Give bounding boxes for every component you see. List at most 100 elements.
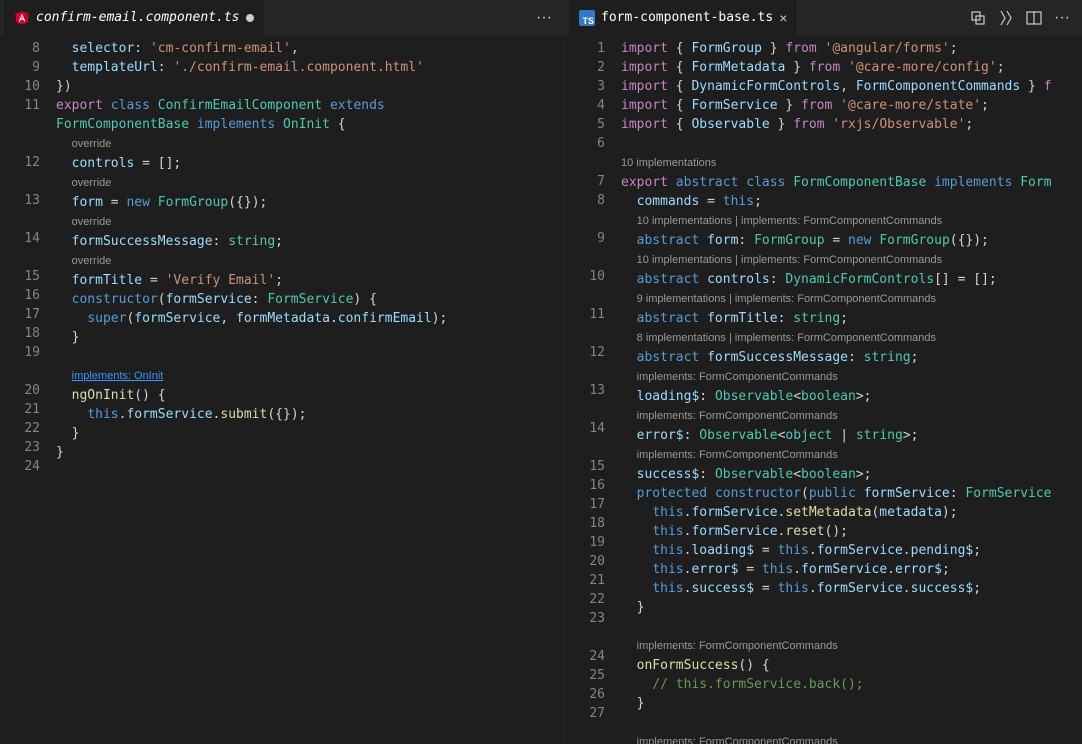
angular-icon (14, 10, 30, 26)
line-number: 18 (565, 514, 605, 533)
code-line[interactable]: this.formService.reset(); (621, 522, 1082, 541)
line-number (0, 248, 40, 267)
line-number (0, 115, 40, 134)
code-line[interactable]: onFormSuccess() { (621, 656, 1082, 675)
code-line[interactable] (621, 713, 1082, 732)
code-line[interactable] (56, 462, 564, 481)
code-line[interactable]: FormComponentBase implements OnInit { (56, 115, 564, 134)
code-content-left[interactable]: selector: 'cm-confirm-email', templateUr… (56, 35, 564, 744)
codelens-annotation[interactable]: implements: FormComponentCommands (621, 732, 1082, 744)
code-line[interactable]: import { FormGroup } from '@angular/form… (621, 39, 1082, 58)
code-line[interactable]: this.error$ = this.formService.error$; (621, 560, 1082, 579)
code-line[interactable]: import { DynamicFormControls, FormCompon… (621, 77, 1082, 96)
code-line[interactable]: templateUrl: './confirm-email.component.… (56, 58, 564, 77)
codelens-annotation[interactable]: implements: FormComponentCommands (621, 445, 1082, 465)
code-line[interactable]: import { FormMetadata } from '@care-more… (621, 58, 1082, 77)
codelens-annotation[interactable]: override (56, 212, 564, 232)
line-number: 10 (565, 267, 605, 286)
code-line[interactable]: selector: 'cm-confirm-email', (56, 39, 564, 58)
line-number: 9 (0, 58, 40, 77)
code-line[interactable]: this.formService.setMetadata(metadata); (621, 503, 1082, 522)
code-line[interactable]: import { FormService } from '@care-more/… (621, 96, 1082, 115)
code-line[interactable]: } (621, 598, 1082, 617)
tab-form-component-base[interactable]: TS form-component-base.ts × (569, 0, 797, 35)
line-number: 23 (0, 438, 40, 457)
code-line[interactable]: abstract form: FormGroup = new FormGroup… (621, 231, 1082, 250)
codelens-annotation[interactable]: 10 implementations | implements: FormCom… (621, 250, 1082, 270)
line-gutter-right: 123456 78 9 10 11 12 13 14 1516171819202… (565, 35, 621, 744)
line-number: 19 (565, 533, 605, 552)
line-number: 15 (565, 457, 605, 476)
tab-confirm-email[interactable]: confirm-email.component.ts (4, 0, 264, 35)
code-line[interactable]: abstract controls: DynamicFormControls[]… (621, 270, 1082, 289)
code-line[interactable]: this.loading$ = this.formService.pending… (621, 541, 1082, 560)
line-gutter-left: 891011 12 13 14 1516171819 2021222324 (0, 35, 56, 744)
code-line[interactable]: controls = []; (56, 154, 564, 173)
code-line[interactable]: export class ConfirmEmailComponent exten… (56, 96, 564, 115)
code-line[interactable] (621, 617, 1082, 636)
line-number: 22 (0, 419, 40, 438)
codelens-annotation[interactable]: 9 implementations | implements: FormComp… (621, 289, 1082, 309)
line-number (565, 438, 605, 457)
code-line[interactable] (621, 134, 1082, 153)
code-line[interactable]: } (56, 328, 564, 347)
tab-actions-left: ··· (536, 10, 560, 26)
code-line[interactable]: formSuccessMessage: string; (56, 232, 564, 251)
codelens-annotation[interactable]: implements: FormComponentCommands (621, 367, 1082, 387)
codelens-annotation[interactable]: override (56, 251, 564, 271)
code-line[interactable]: this.success$ = this.formService.success… (621, 579, 1082, 598)
code-line[interactable]: ngOnInit() { (56, 386, 564, 405)
codelens-annotation[interactable]: override (56, 134, 564, 154)
line-number (565, 286, 605, 305)
line-number: 21 (0, 400, 40, 419)
line-number: 14 (565, 419, 605, 438)
line-number (565, 248, 605, 267)
code-line[interactable]: } (56, 443, 564, 462)
line-number: 3 (565, 77, 605, 96)
more-actions-icon[interactable]: ··· (536, 10, 552, 26)
scrollbar-vertical[interactable] (550, 35, 564, 744)
code-line[interactable]: commands = this; (621, 192, 1082, 211)
run-icon[interactable] (998, 10, 1014, 26)
code-editor-left[interactable]: 891011 12 13 14 1516171819 2021222324 se… (0, 35, 564, 744)
code-line[interactable]: abstract formTitle: string; (621, 309, 1082, 328)
line-number: 13 (565, 381, 605, 400)
line-number: 12 (0, 153, 40, 172)
codelens-annotation[interactable]: implements: OnInit (56, 366, 564, 386)
code-line[interactable]: export abstract class FormComponentBase … (621, 173, 1082, 192)
code-line[interactable]: import { Observable } from 'rxjs/Observa… (621, 115, 1082, 134)
code-line[interactable] (56, 347, 564, 366)
codelens-annotation[interactable]: override (56, 173, 564, 193)
code-line[interactable]: success$: Observable<boolean>; (621, 465, 1082, 484)
code-line[interactable]: // this.formService.back(); (621, 675, 1082, 694)
line-number: 20 (565, 552, 605, 571)
codelens-annotation[interactable]: 10 implementations | implements: FormCom… (621, 211, 1082, 231)
more-actions-icon[interactable]: ··· (1054, 10, 1070, 26)
codelens-annotation[interactable]: 8 implementations | implements: FormComp… (621, 328, 1082, 348)
close-icon[interactable]: × (779, 11, 787, 25)
line-number: 6 (565, 134, 605, 153)
code-line[interactable]: } (621, 694, 1082, 713)
code-line[interactable]: super(formService, formMetadata.confirmE… (56, 309, 564, 328)
codelens-annotation[interactable]: 10 implementations (621, 153, 1082, 173)
code-line[interactable]: } (56, 424, 564, 443)
split-editor-icon[interactable] (1026, 10, 1042, 26)
code-line[interactable]: this.formService.submit({}); (56, 405, 564, 424)
code-line[interactable]: abstract formSuccessMessage: string; (621, 348, 1082, 367)
code-line[interactable]: protected constructor(public formService… (621, 484, 1082, 503)
code-line[interactable]: error$: Observable<object | string>; (621, 426, 1082, 445)
code-line[interactable]: loading$: Observable<boolean>; (621, 387, 1082, 406)
open-changes-icon[interactable] (970, 10, 986, 26)
code-line[interactable]: constructor(formService: FormService) { (56, 290, 564, 309)
code-line[interactable]: formTitle = 'Verify Email'; (56, 271, 564, 290)
code-line[interactable]: }) (56, 77, 564, 96)
line-number (565, 362, 605, 381)
code-line[interactable]: form = new FormGroup({}); (56, 193, 564, 212)
code-editor-right[interactable]: 123456 78 9 10 11 12 13 14 1516171819202… (565, 35, 1082, 744)
codelens-annotation[interactable]: implements: FormComponentCommands (621, 636, 1082, 656)
code-content-right[interactable]: import { FormGroup } from '@angular/form… (621, 35, 1082, 744)
line-number: 11 (565, 305, 605, 324)
codelens-annotation[interactable]: implements: FormComponentCommands (621, 406, 1082, 426)
line-number: 15 (0, 267, 40, 286)
scrollbar-vertical[interactable] (1068, 35, 1082, 744)
